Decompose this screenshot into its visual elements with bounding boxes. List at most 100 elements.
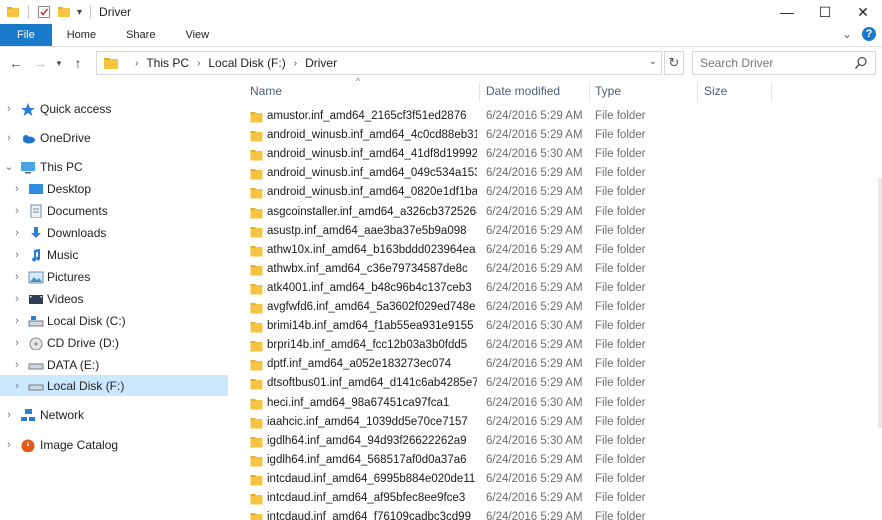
breadcrumb-separator-icon[interactable]: › [294,58,297,69]
computer-icon [21,161,35,173]
column-header-date-modified[interactable]: Date modified [482,78,588,104]
table-row[interactable]: athw10x.inf_amd64_b163bddd023964ea 6/24/2… [246,242,882,261]
breadcrumb-separator-icon[interactable]: › [135,58,138,69]
file-type: File folder [595,320,646,333]
chevron-down-icon[interactable]: ⌄ [4,160,14,173]
maximize-button[interactable]: ☐ [806,0,844,24]
table-row[interactable]: amustor.inf_amd64_2165cf3f51ed2876 6/24/2… [246,108,882,127]
sidebar-item-data-e[interactable]: › DATA (E:) [0,354,228,375]
table-row[interactable]: brpri14b.inf_amd64_fcc12b03a3b0fdd5 6/24/… [246,337,882,356]
sidebar-item-music[interactable]: › Music [0,244,228,265]
address-dropdown-icon[interactable]: ⌄ [649,56,657,67]
chevron-right-icon[interactable]: › [4,103,14,115]
properties-icon[interactable] [37,5,51,19]
chevron-right-icon[interactable]: › [12,205,22,217]
table-row[interactable]: brimi14b.inf_amd64_f1ab55ea931e9155 6/24/… [246,318,882,337]
table-row[interactable]: dtsoftbus01.inf_amd64_d141c6ab4285e7b9 6/… [246,375,882,394]
sidebar-item-pictures[interactable]: › Pictures [0,266,228,287]
table-row[interactable]: android_winusb.inf_amd64_0820e1df1ba... 6… [246,184,882,203]
new-folder-icon[interactable] [57,5,71,19]
table-row[interactable]: athwbx.inf_amd64_c36e79734587de8c 6/24/20… [246,261,882,280]
chevron-right-icon[interactable]: › [12,227,22,239]
recent-locations-icon[interactable]: ▾ [52,58,66,69]
table-row[interactable]: iaahcic.inf_amd64_1039dd5e70ce7157 6/24/2… [246,414,882,433]
table-row[interactable]: intcdaud.inf_amd64_af95bfec8ee9fce3 6/24/… [246,490,882,509]
table-row[interactable]: igdlh64.inf_amd64_568517af0d0a37a6 6/24/2… [246,452,882,471]
table-row[interactable]: intcdaud.inf_amd64_f76109cadbc3cd99 6/24/… [246,509,882,520]
table-row[interactable]: android_winusb.inf_amd64_049c534a153... 6… [246,165,882,184]
search-input[interactable]: Search Driver [692,51,876,75]
sidebar-item-desktop[interactable]: › Desktop [0,178,228,199]
chevron-right-icon[interactable]: › [12,293,22,305]
column-header-size[interactable]: Size [700,78,770,104]
sidebar-item-local-disk-f[interactable]: › Local Disk (F:) [0,375,228,396]
sidebar-item-network[interactable]: › Network [0,404,228,425]
minimize-button[interactable]: — [768,0,806,24]
sidebar-item-videos[interactable]: › Videos [0,288,228,309]
date-modified: 6/24/2016 5:29 AM [486,377,583,390]
breadcrumb-driver[interactable]: Driver [305,56,337,70]
folder-icon[interactable] [6,5,20,19]
sidebar-item-this-pc[interactable]: ⌄ This PC [0,156,228,177]
search-icon[interactable] [854,56,868,70]
folder-icon [250,436,263,448]
table-row[interactable]: heci.inf_amd64_98a67451ca97fca1 6/24/2016… [246,395,882,414]
table-row[interactable]: asustp.inf_amd64_aae3ba37e5b9a098 6/24/20… [246,223,882,242]
chevron-right-icon[interactable]: › [4,409,14,421]
sidebar-item-label: DATA (E:) [47,357,100,372]
table-row[interactable]: asgcoinstaller.inf_amd64_a326cb3725268..… [246,204,882,223]
chevron-right-icon[interactable]: › [12,183,22,195]
file-type: File folder [595,396,646,409]
refresh-button[interactable]: ↻ [664,51,684,75]
column-divider[interactable] [479,82,480,102]
forward-arrow-icon[interactable]: → [28,55,52,71]
close-button[interactable]: ✕ [844,0,882,24]
file-name: avgfwfd6.inf_amd64_5a3602f029ed748e [267,301,476,313]
sidebar-item-image-catalog[interactable]: › Image Catalog [0,434,228,455]
tab-home[interactable]: Home [52,24,111,46]
expand-ribbon-icon[interactable]: ⌄ [842,27,852,41]
sidebar-item-quick-access[interactable]: › Quick access [0,98,228,119]
address-bar[interactable]: › This PC › Local Disk (F:) › Driver ⌄ [96,51,662,75]
table-row[interactable]: avgfwfd6.inf_amd64_5a3602f029ed748e 6/24/… [246,299,882,318]
sidebar-item-cd-drive-d[interactable]: › CD Drive (D:) [0,332,228,353]
table-row[interactable]: android_winusb.inf_amd64_41df8d19992... 6… [246,146,882,165]
table-row[interactable]: android_winusb.inf_amd64_4c0cd88eb31... 6… [246,127,882,146]
table-row[interactable]: intcdaud.inf_amd64_6995b884e020de11 6/24/… [246,471,882,490]
column-header-type[interactable]: Type [591,78,695,104]
table-row[interactable]: atk4001.inf_amd64_b48c96b4c137ceb3 6/24/2… [246,280,882,299]
breadcrumb-this-pc[interactable]: This PC [146,56,189,70]
chevron-right-icon[interactable]: › [12,315,22,327]
tab-view[interactable]: View [170,24,224,46]
date-modified: 6/24/2016 5:29 AM [486,243,583,256]
table-row[interactable]: igdlh64.inf_amd64_94d93f26622262a9 6/24/2… [246,433,882,452]
column-divider[interactable] [771,82,772,102]
file-name: android_winusb.inf_amd64_41df8d19992... [267,148,477,161]
sidebar-item-local-disk-c[interactable]: › Local Disk (C:) [0,310,228,331]
drive-c-icon [28,315,44,326]
chevron-right-icon[interactable]: › [4,439,14,451]
breadcrumb-local-disk-f[interactable]: Local Disk (F:) [208,56,285,70]
column-divider[interactable] [697,82,698,102]
table-row[interactable]: dptf.inf_amd64_a052e183273ec074 6/24/2016… [246,356,882,375]
sidebar-item-downloads[interactable]: › Downloads [0,222,228,243]
chevron-right-icon[interactable]: › [12,359,22,371]
toolbar-separator [28,5,29,19]
column-header-name[interactable]: Name [246,78,478,104]
chevron-right-icon[interactable]: › [4,132,14,144]
chevron-right-icon[interactable]: › [12,337,22,349]
sidebar-item-documents[interactable]: › Documents [0,200,228,221]
column-divider[interactable] [589,82,590,102]
sidebar-item-onedrive[interactable]: › OneDrive [0,127,228,148]
chevron-right-icon[interactable]: › [12,380,22,392]
chevron-right-icon[interactable]: › [12,271,22,283]
back-arrow-icon[interactable]: ← [4,55,28,71]
chevron-right-icon[interactable]: › [12,249,22,261]
help-icon[interactable]: ? [862,27,876,41]
tab-file[interactable]: File [0,24,52,46]
navigation-pane: › Quick access › OneDrive ⌄ This PC › Desktop › D… [0,84,230,520]
up-arrow-icon[interactable]: ↑ [66,55,90,71]
breadcrumb-separator-icon[interactable]: › [197,58,200,69]
customize-toolbar-icon[interactable]: ▾ [77,7,82,18]
tab-share[interactable]: Share [111,24,170,46]
